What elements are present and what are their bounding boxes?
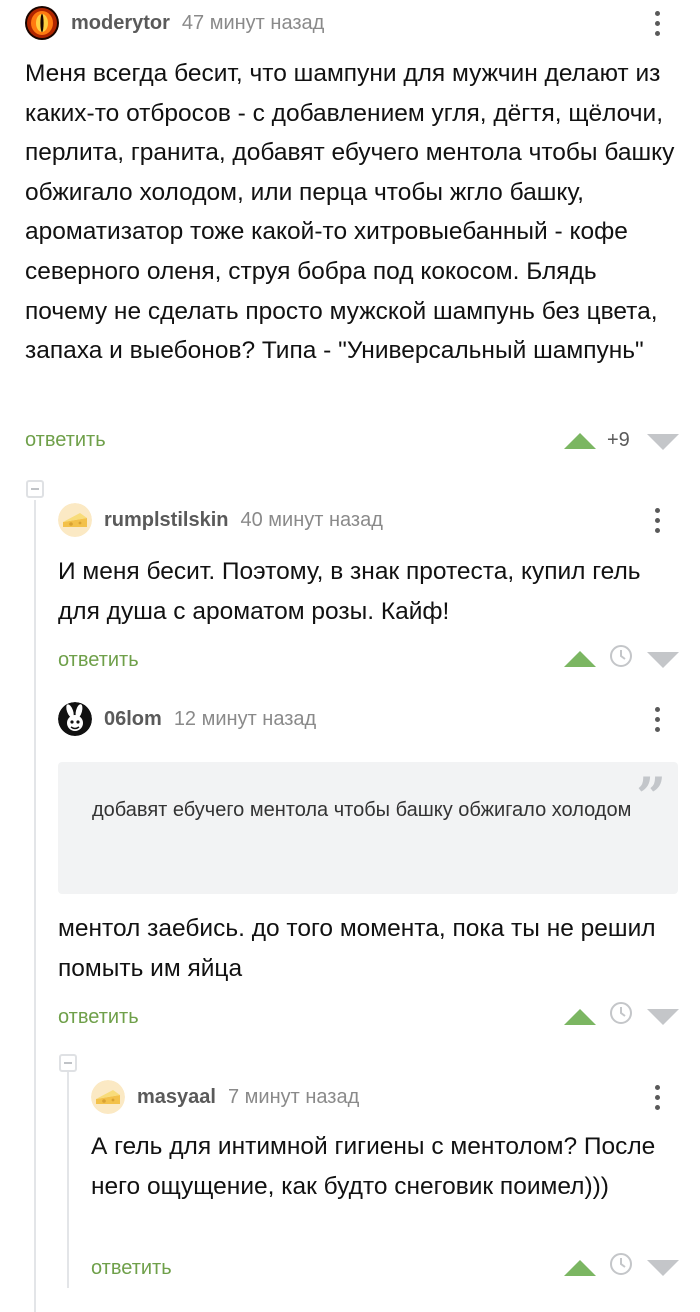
- quote-text: добавят ебучего ментола чтобы башку обжи…: [92, 799, 632, 821]
- quote-block: добавят ебучего ментола чтобы башку обжи…: [58, 762, 678, 894]
- reply-button[interactable]: ответить: [58, 649, 139, 672]
- username[interactable]: rumplstilskin: [104, 509, 228, 532]
- collapse-toggle[interactable]: [59, 1054, 77, 1072]
- clock-icon[interactable]: [609, 644, 633, 668]
- clock-icon[interactable]: [609, 1252, 633, 1276]
- timestamp: 47 минут назад: [181, 11, 325, 34]
- comment-header: masyaal 7 минут назад: [91, 1077, 359, 1117]
- comment-text: И меня бесит. Поэтому, в знак протеста, …: [58, 558, 641, 625]
- more-menu-icon[interactable]: [648, 1077, 668, 1117]
- downvote-icon[interactable]: [647, 652, 679, 668]
- avatar[interactable]: [25, 6, 59, 40]
- upvote-icon[interactable]: [564, 651, 596, 667]
- comment-text: А гель для интимной гигиены с ментолом? …: [91, 1133, 656, 1200]
- reply-button[interactable]: ответить: [91, 1257, 172, 1280]
- quote-mark-icon: ”: [636, 767, 666, 828]
- timestamp: 12 минут назад: [173, 707, 317, 730]
- downvote-icon[interactable]: [647, 1009, 679, 1025]
- rabbit-avatar-icon: [58, 702, 92, 736]
- cheese-avatar-icon: [58, 503, 92, 537]
- avatar[interactable]: [58, 702, 92, 736]
- comment-header: 06lom 12 минут назад: [58, 699, 316, 739]
- clock-icon[interactable]: [609, 1001, 633, 1025]
- thread-line: [34, 500, 36, 1312]
- downvote-icon[interactable]: [647, 1260, 679, 1276]
- avatar[interactable]: [58, 503, 92, 537]
- upvote-icon[interactable]: [564, 1260, 596, 1276]
- reply-button[interactable]: ответить: [58, 1006, 139, 1029]
- timestamp: 7 минут назад: [227, 1085, 360, 1108]
- comment-text: Меня всегда бесит, что шампуни для мужчи…: [25, 60, 675, 365]
- username[interactable]: moderytor: [71, 12, 170, 35]
- more-menu-icon[interactable]: [648, 500, 668, 540]
- rating: +9: [607, 429, 630, 451]
- username[interactable]: masyaal: [137, 1086, 216, 1109]
- timestamp: 40 минут назад: [240, 508, 383, 531]
- eye-avatar-icon: [25, 6, 59, 40]
- more-menu-icon[interactable]: [648, 699, 668, 739]
- downvote-icon[interactable]: [647, 434, 679, 450]
- username[interactable]: 06lom: [104, 708, 162, 731]
- upvote-icon[interactable]: [564, 433, 596, 449]
- cheese-avatar-icon: [91, 1080, 125, 1114]
- comment-text: ментол заебись. до того момента, пока ты…: [58, 915, 656, 982]
- more-menu-icon[interactable]: [648, 3, 668, 43]
- collapse-toggle[interactable]: [26, 480, 44, 498]
- thread-line: [67, 1068, 69, 1288]
- upvote-icon[interactable]: [564, 1009, 596, 1025]
- comment-header: moderytor 47 минут назад: [25, 3, 324, 43]
- reply-button[interactable]: ответить: [25, 429, 106, 452]
- avatar[interactable]: [91, 1080, 125, 1114]
- comment-header: rumplstilskin 40 минут назад: [58, 500, 383, 540]
